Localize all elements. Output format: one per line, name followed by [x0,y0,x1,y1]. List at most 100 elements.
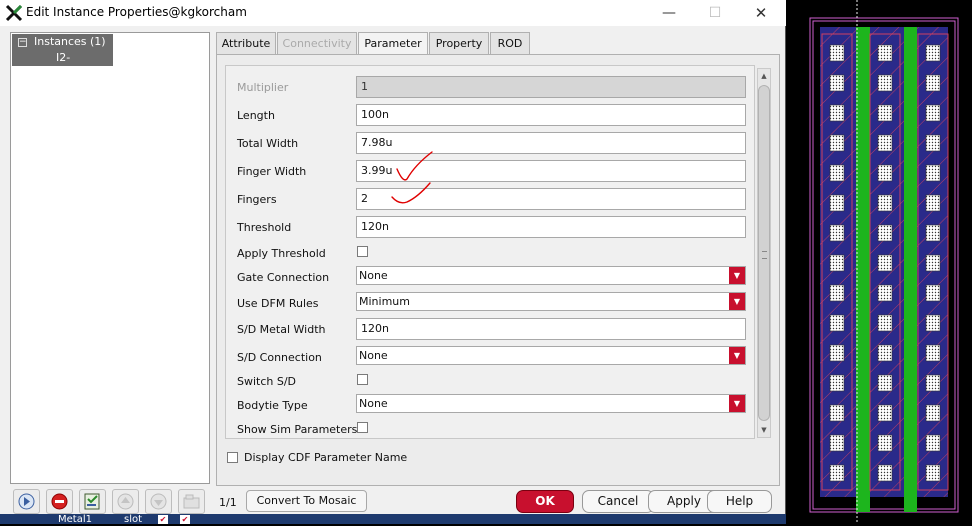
threshold-label: Threshold [237,221,292,234]
tab-attribute[interactable]: Attribute [216,32,276,54]
checklist-button[interactable] [79,489,106,514]
chevron-down-icon[interactable]: ▼ [729,267,745,284]
switch-sd-label: Switch S/D [237,375,297,388]
scroll-thumb[interactable] [758,85,770,421]
param-row-apply-threshold: Apply Threshold [226,242,746,266]
contact-via [829,194,845,212]
minimize-button[interactable]: — [646,0,692,26]
layer-selectable-check-icon[interactable]: ✔ [180,515,190,524]
scroll-up-icon[interactable]: ▲ [758,69,770,83]
contact-via [829,404,845,422]
contact-via [925,134,941,152]
contact-via [877,194,893,212]
layout-canvas[interactable] [787,0,972,524]
play-left-icon [18,493,35,510]
param-row-fingers: Fingers 2 [226,188,746,212]
bodytie-type-select[interactable]: None ▼ [356,394,746,413]
grip-icon [762,251,767,259]
arrow-up-icon [117,493,134,510]
contact-via [925,404,941,422]
parameter-form: Multiplier 1 Length 100n Total Width 7.9… [225,65,755,439]
contact-via [925,74,941,92]
contact-via [925,434,941,452]
layer-name: Metal1 [58,514,92,525]
help-button[interactable]: Help [707,490,772,513]
contact-via [829,44,845,62]
param-row-sd-metal-width: S/D Metal Width 120n [226,318,746,342]
contact-via [925,44,941,62]
contact-via [925,104,941,122]
folder-icon [183,494,200,509]
threshold-field[interactable]: 120n [356,216,746,238]
tree-item-label: I2-pmos1v [56,51,100,79]
cancel-button[interactable]: Cancel [582,490,654,513]
contact-via [877,254,893,272]
misc-button [178,489,205,514]
maximize-button[interactable]: ☐ [692,0,738,26]
show-sim-parameters-checkbox[interactable] [357,422,368,433]
param-row-gate-connection: Gate Connection None ▼ [226,266,746,290]
contact-via [877,44,893,62]
previous-button[interactable] [13,489,40,514]
move-down-button [145,489,172,514]
use-dfm-rules-value: Minimum [359,295,410,308]
param-row-use-dfm-rules: Use DFM Rules Minimum ▼ [226,292,746,316]
title-bar[interactable]: Edit Instance Properties@kgkorcham — ☐ ✕ [0,0,786,26]
tab-property[interactable]: Property [429,32,489,54]
background-layer-palette [0,514,786,524]
contact-via [829,314,845,332]
contact-via [925,464,941,482]
contact-via [829,344,845,362]
length-label: Length [237,109,275,122]
tree-expander-icon[interactable]: − [18,38,27,47]
apply-threshold-checkbox[interactable] [357,246,368,257]
contact-via [877,374,893,392]
use-dfm-rules-select[interactable]: Minimum ▼ [356,292,746,311]
gate-connection-select[interactable]: None ▼ [356,266,746,285]
instance-tree[interactable]: − Instances (1) I2-pmos1v [10,32,210,484]
delete-button[interactable] [46,489,73,514]
contact-via [925,314,941,332]
form-scrollbar[interactable]: ▲ ▼ [757,68,771,438]
tree-item-instances[interactable]: − Instances (1) [12,34,113,50]
length-field[interactable]: 100n [356,104,746,126]
layer-visible-check-icon[interactable]: ✔ [158,515,168,524]
param-row-show-sim-parameters: Show Sim Parameters [226,418,746,442]
sd-metal-width-field[interactable]: 120n [356,318,746,340]
param-row-bodytie-type: Bodytie Type None ▼ [226,394,746,418]
total-width-label: Total Width [237,137,299,150]
checkmark-annotation [396,151,433,181]
bodytie-type-label: Bodytie Type [237,399,308,412]
move-up-button [112,489,139,514]
contact-via [877,344,893,362]
chevron-down-icon[interactable]: ▼ [729,347,745,364]
contact-via [877,224,893,242]
tree-item-instance[interactable]: I2-pmos1v [12,50,113,79]
contact-via [925,164,941,182]
scroll-down-icon[interactable]: ▼ [758,423,770,437]
chevron-down-icon[interactable]: ▼ [729,395,745,412]
gate-connection-label: Gate Connection [237,271,330,284]
tab-rod[interactable]: ROD [490,32,530,54]
use-dfm-rules-label: Use DFM Rules [237,297,319,310]
tab-parameter[interactable]: Parameter [358,32,428,55]
switch-sd-checkbox[interactable] [357,374,368,385]
display-cdf-checkbox[interactable] [227,452,238,463]
contact-via [925,224,941,242]
checklist-icon [84,493,100,510]
close-window-button[interactable]: ✕ [738,0,784,26]
convert-to-mosaic-button[interactable]: Convert To Mosaic [246,490,367,512]
sd-connection-value: None [359,349,388,362]
contact-via [829,104,845,122]
param-row-switch-sd: Switch S/D [226,370,746,394]
sd-connection-select[interactable]: None ▼ [356,346,746,365]
contact-via [925,254,941,272]
ok-button[interactable]: OK [516,490,574,513]
contact-via [829,464,845,482]
contact-via [877,434,893,452]
param-row-total-width: Total Width 7.98u [226,132,746,156]
contact-via [829,374,845,392]
bodytie-type-value: None [359,397,388,410]
chevron-down-icon[interactable]: ▼ [729,293,745,310]
checkmark-annotation [391,182,431,204]
